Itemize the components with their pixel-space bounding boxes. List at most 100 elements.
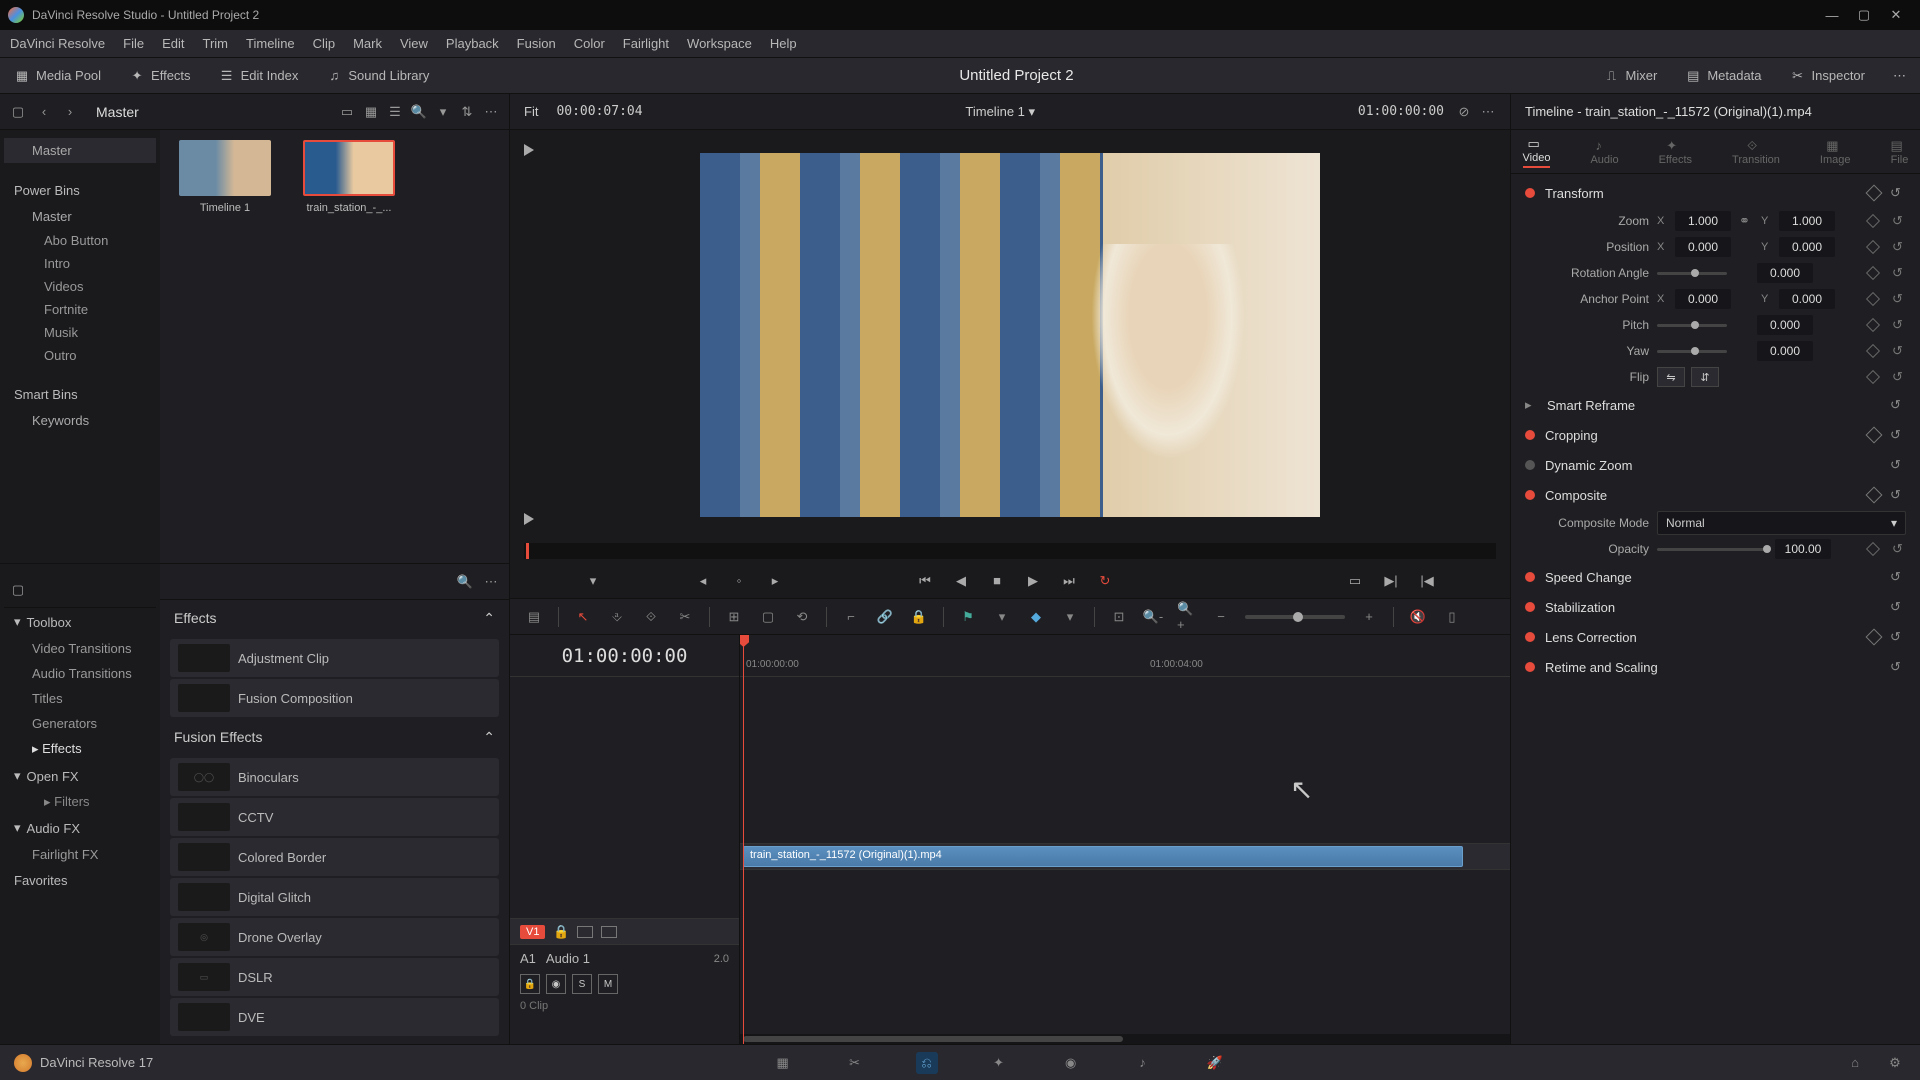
audio-solo-button[interactable]: S [572,974,592,994]
toolbox-header[interactable]: ▾Toolbox [4,608,156,636]
pos-x-field[interactable] [1675,237,1731,257]
menu-view[interactable]: View [400,36,428,51]
bin-item[interactable]: Intro [4,252,156,275]
menu-trim[interactable]: Trim [203,36,229,51]
fx-search-icon[interactable]: 🔍 [457,574,473,590]
replace-icon[interactable]: ⟲ [792,607,812,627]
pitch-slider[interactable] [1657,324,1727,327]
menu-davinci[interactable]: DaVinci Resolve [10,36,105,51]
toolbox-item[interactable]: Video Transitions [4,636,156,661]
stop-button[interactable]: ■ [986,570,1008,592]
dynamic-trim-icon[interactable]: ⟐ [641,607,661,627]
edit-page-icon[interactable]: ⎌ [916,1052,938,1074]
menu-file[interactable]: File [123,36,144,51]
toolbox-item[interactable]: Audio Transitions [4,661,156,686]
viewer-scrubber[interactable] [524,543,1496,559]
reset-icon[interactable]: ↺ [1892,343,1906,359]
fx-section-header[interactable]: Effects⌃ [160,600,509,637]
audio-lock-icon[interactable]: 🔒 [520,974,540,994]
audio-arm-icon[interactable]: ◉ [546,974,566,994]
keyframe-icon[interactable] [1866,427,1883,444]
zoom-slider[interactable] [1245,615,1345,619]
overwrite-icon[interactable]: ▢ [758,607,778,627]
jump-first-icon[interactable] [524,144,534,156]
marker-dropdown-icon[interactable]: ▾ [1060,607,1080,627]
snapping-icon[interactable]: ⌐ [841,607,861,627]
fx-more-icon[interactable]: ⋯ [483,574,499,590]
reset-icon[interactable]: ↺ [1890,599,1906,615]
master-power-bin[interactable]: Master [4,204,156,229]
jump-last-icon[interactable] [524,513,534,525]
bin-item[interactable]: Outro [4,344,156,367]
flip-h-button[interactable]: ⇋ [1657,367,1685,387]
home-icon[interactable]: ⌂ [1844,1052,1866,1074]
reset-icon[interactable]: ↺ [1890,659,1906,675]
retime-section[interactable]: Retime and Scaling↺ [1511,652,1920,682]
effects-tree-item[interactable]: ▸ Effects [4,736,156,762]
reset-icon[interactable]: ↺ [1892,213,1906,229]
fairlight-page-icon[interactable]: ♪ [1132,1052,1154,1074]
deliver-page-icon[interactable]: 🚀 [1204,1052,1226,1074]
last-frame-button[interactable]: ⏭ [1058,570,1080,592]
pitch-field[interactable] [1757,315,1813,335]
clip-thumb[interactable]: Timeline 1 [170,140,280,214]
thumb-view-icon[interactable]: ▦ [363,104,379,120]
search-icon[interactable]: 🔍 [411,104,427,120]
opacity-slider[interactable] [1657,548,1767,551]
inspector-tab-video[interactable]: ▭Video [1523,136,1551,168]
audio-track-1[interactable] [740,869,1510,969]
composite-section[interactable]: Composite↺ [1511,480,1920,510]
zoom-y-field[interactable] [1779,211,1835,231]
keyframe-icon[interactable] [1866,240,1880,254]
menu-fusion[interactable]: Fusion [517,36,556,51]
menu-timeline[interactable]: Timeline [246,36,295,51]
fx-item[interactable]: Fusion Composition [170,679,499,717]
first-frame-button[interactable]: ⏮ [914,570,936,592]
sort-icon[interactable]: ⇅ [459,104,475,120]
reset-icon[interactable]: ↺ [1890,629,1906,645]
track-header-v1[interactable]: V1 🔒 [510,918,739,944]
playhead[interactable] [743,635,744,1044]
reset-icon[interactable]: ↺ [1892,291,1906,307]
yaw-field[interactable] [1757,341,1813,361]
reset-icon[interactable]: ↺ [1890,397,1906,413]
minimize-button[interactable]: — [1816,3,1848,27]
more-button[interactable]: ⋯ [1879,58,1920,93]
cut-page-icon[interactable]: ✂ [844,1052,866,1074]
opacity-field[interactable] [1775,539,1831,559]
media-pool-button[interactable]: ▦Media Pool [0,58,115,93]
maximize-button[interactable]: ▢ [1848,3,1880,27]
marker-icon[interactable]: ◆ [1026,607,1046,627]
keyframe-icon[interactable] [1866,318,1880,332]
openfx-header[interactable]: ▾Open FX [4,762,156,790]
nav-fwd-icon[interactable]: › [62,104,78,120]
fairlightfx-item[interactable]: Fairlight FX [4,842,156,867]
reset-icon[interactable]: ↺ [1890,487,1906,503]
menu-clip[interactable]: Clip [313,36,335,51]
yaw-slider[interactable] [1657,350,1727,353]
clip-thumb-selected[interactable]: train_station_-_... [294,140,404,214]
settings-icon[interactable]: ⚙ [1884,1052,1906,1074]
anchor-x-field[interactable] [1675,289,1731,309]
flip-v-button[interactable]: ⇵ [1691,367,1719,387]
prev-frame-button[interactable]: ◀ [950,570,972,592]
filters-item[interactable]: ▸ Filters [4,790,156,814]
monitor-icon[interactable]: ▯ [1442,607,1462,627]
keyframe-icon[interactable] [1866,214,1880,228]
link-icon[interactable]: 🔗 [875,607,895,627]
reset-icon[interactable]: ↺ [1892,265,1906,281]
zoom-plus-icon[interactable]: + [1359,607,1379,627]
lock-icon[interactable]: 🔒 [909,607,929,627]
lens-correction-section[interactable]: Lens Correction↺ [1511,622,1920,652]
menu-color[interactable]: Color [574,36,605,51]
audiofx-header[interactable]: ▾Audio FX [4,814,156,842]
toolbox-item[interactable]: Titles [4,686,156,711]
menu-mark[interactable]: Mark [353,36,382,51]
inspector-tab-effects[interactable]: ✦Effects [1659,138,1692,166]
fusion-page-icon[interactable]: ✦ [988,1052,1010,1074]
reset-icon[interactable]: ↺ [1892,317,1906,333]
keyframe-icon[interactable] [1866,487,1883,504]
insert-icon[interactable]: ⊞ [724,607,744,627]
nav-back-icon[interactable]: ‹ [36,104,52,120]
menu-help[interactable]: Help [770,36,797,51]
